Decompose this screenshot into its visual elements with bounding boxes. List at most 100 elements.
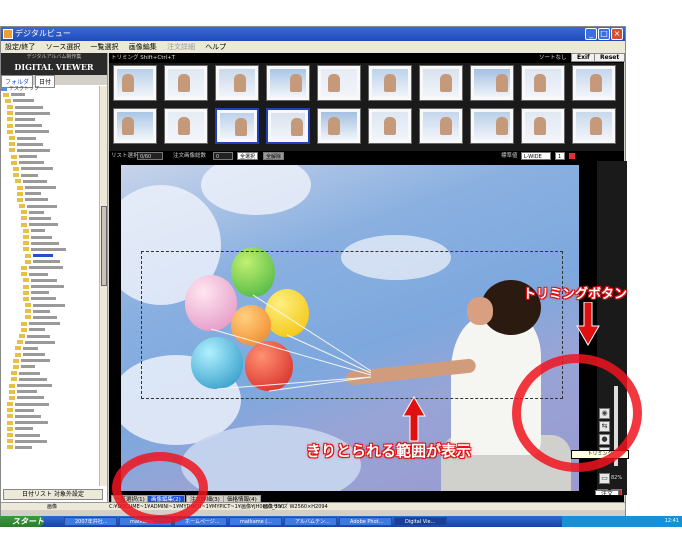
quantity-field[interactable]: 1	[555, 152, 565, 160]
tree-node-label	[29, 210, 44, 214]
thumbnail[interactable]	[470, 65, 514, 101]
taskbar-item[interactable]: Adobe Phot...	[339, 517, 392, 526]
thumbnail-figure	[590, 117, 602, 135]
maximize-button[interactable]: □	[598, 28, 610, 40]
folder-icon	[19, 204, 25, 209]
tree-node-label	[33, 309, 50, 313]
thumbnail[interactable]	[113, 65, 157, 101]
folder-icon	[23, 278, 29, 283]
thumbnail[interactable]	[572, 65, 616, 101]
thumbnail[interactable]	[521, 108, 565, 144]
thumbnail[interactable]	[164, 65, 208, 101]
folder-icon	[23, 296, 29, 301]
deselect-all-button[interactable]: 全解除	[263, 152, 285, 160]
tree-node-label	[33, 260, 60, 264]
adjust-icon[interactable]: ▭	[599, 473, 610, 484]
thumbnail[interactable]	[215, 108, 259, 144]
close-button[interactable]: ×	[611, 28, 623, 40]
thumbnail[interactable]	[470, 108, 514, 144]
sort-label[interactable]: ソートなし	[539, 53, 567, 63]
status-bar: 画像 C:¥DOCUME~1¥ADMINI~1¥MYDOCU~1¥MYPICT~…	[1, 502, 625, 510]
minimize-button[interactable]: _	[585, 28, 597, 40]
thumbnail[interactable]	[113, 108, 157, 144]
left-tabs: フォルダ 日付	[1, 75, 107, 88]
highlight-circle-tools	[512, 354, 642, 472]
taskbar-item[interactable]: 2007年弁社...	[64, 517, 117, 526]
reset-button[interactable]: Reset	[594, 53, 626, 62]
window-title: デジタルビュー	[15, 29, 71, 38]
taskbar-item[interactable]: アルバムテン...	[284, 517, 337, 526]
folder-icon	[13, 166, 19, 171]
select-all-button[interactable]: 全選択	[237, 152, 259, 160]
thumbnail-figure	[122, 117, 134, 135]
start-button[interactable]: スタート	[0, 516, 44, 527]
folder-tree[interactable]: デスクトップ	[1, 86, 99, 486]
thumbnail[interactable]	[419, 108, 463, 144]
tree-node-label	[21, 365, 35, 369]
arrow-up-icon	[402, 396, 426, 442]
thumbnail-figure	[384, 74, 396, 92]
brand-subtitle: デジタルアルバム制作集	[26, 54, 82, 60]
menu-help[interactable]: ヘルプ	[205, 43, 226, 51]
folder-icon	[9, 389, 15, 394]
taskbar-item[interactable]: Digital Vie...	[394, 517, 447, 526]
thumbnail-figure	[534, 74, 546, 92]
folder-icon	[7, 408, 13, 413]
menu-source[interactable]: ソース選択	[46, 43, 81, 51]
thumbnail[interactable]	[572, 108, 616, 144]
menu-order[interactable]: 注文詳細	[167, 43, 195, 51]
thumbnail[interactable]	[215, 65, 259, 101]
folder-icon	[21, 321, 27, 326]
thumbnail-figure	[440, 117, 452, 135]
thumbnail-figure	[235, 118, 247, 136]
folder-icon	[7, 414, 13, 419]
folder-icon	[13, 358, 19, 363]
thumbnail[interactable]	[164, 108, 208, 144]
date-list-exclude-button[interactable]: 日付リスト 対象外設定	[3, 489, 103, 500]
tree-scrollbar[interactable]	[99, 86, 107, 486]
tree-node-label	[21, 359, 50, 363]
menu-bar: 設定/終了 ソース選択 一覧選択 画像編集 注文詳細 ヘルプ	[1, 41, 625, 53]
taskbar-item[interactable]: matkame (...	[229, 517, 282, 526]
thumbnail[interactable]	[266, 108, 310, 144]
folder-icon	[7, 123, 13, 128]
thumbnail-figure	[534, 117, 546, 135]
tree-node-label	[33, 303, 65, 307]
crop-rectangle[interactable]	[141, 251, 563, 399]
thumb-header: トリミング Shift+Ctrl+T ソートなし Exif Reset	[109, 53, 626, 63]
folder-icon	[15, 346, 21, 351]
size-select[interactable]: L-WIDE	[521, 152, 551, 160]
folder-icon	[17, 340, 23, 345]
system-tray: 12:41	[562, 516, 682, 527]
menu-list[interactable]: 一覧選択	[90, 43, 118, 51]
thumbnail[interactable]	[521, 65, 565, 101]
tree-node-label	[13, 99, 34, 103]
thumbnail[interactable]	[266, 65, 310, 101]
folder-icon	[25, 253, 31, 258]
folder-icon	[23, 228, 29, 233]
tree-node-label	[29, 328, 45, 332]
thumbnail-figure	[178, 117, 190, 135]
folder-icon	[9, 383, 15, 388]
folder-icon	[23, 247, 29, 252]
thumbnail[interactable]	[317, 65, 361, 101]
folder-icon	[21, 216, 27, 221]
thumbnail[interactable]	[419, 65, 463, 101]
scroll-thumb[interactable]	[101, 206, 107, 286]
exif-button[interactable]: Exif	[571, 53, 596, 62]
menu-settings[interactable]: 設定/終了	[5, 43, 35, 51]
tree-node[interactable]	[1, 445, 99, 451]
tree-node-label	[29, 223, 58, 227]
trim-shortcut-label: トリミング Shift+Ctrl+T	[111, 55, 176, 61]
menu-edit[interactable]: 画像編集	[129, 43, 157, 51]
thumbnail[interactable]	[317, 108, 361, 144]
tree-node-label	[17, 142, 43, 146]
folder-icon	[17, 197, 23, 202]
folder-icon	[7, 439, 13, 444]
thumbnail-figure	[384, 117, 396, 135]
tree-node-label	[15, 414, 41, 418]
thumbnail[interactable]	[368, 65, 412, 101]
thumbnail-figure	[290, 74, 302, 92]
folder-icon	[21, 272, 27, 277]
thumbnail[interactable]	[368, 108, 412, 144]
